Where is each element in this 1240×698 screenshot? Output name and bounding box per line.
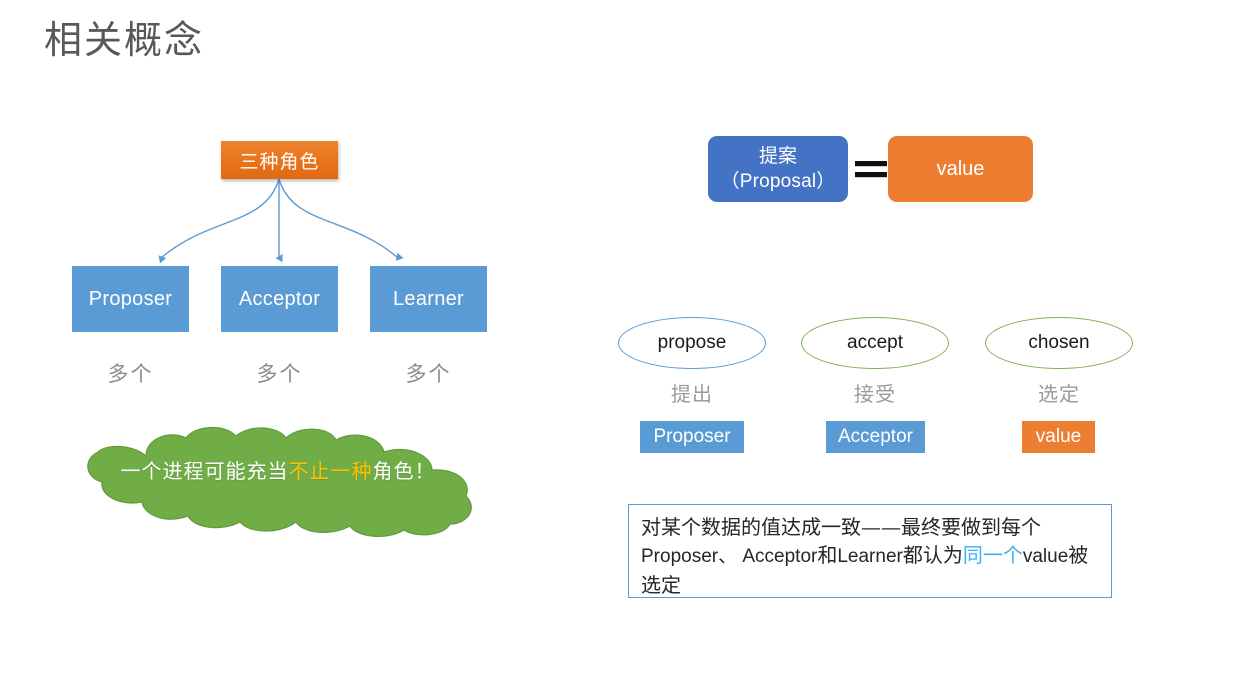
role-box-acceptor[interactable]: Acceptor xyxy=(221,266,338,332)
proposal-label-cn: 提案 xyxy=(758,145,797,167)
cloud-text-highlight-2: 一种 xyxy=(330,459,373,483)
stage-term-label: propose xyxy=(657,332,727,353)
role-count-learner: 多个 xyxy=(405,362,452,386)
definition-part-6: value xyxy=(1022,546,1069,567)
value-box-label: value xyxy=(936,157,985,180)
role-arrows-group xyxy=(158,178,404,264)
role-count-proposer: 多个 xyxy=(107,362,154,386)
stage-ellipse-accept[interactable]: accept xyxy=(801,317,949,369)
stage-ellipse-propose[interactable]: propose xyxy=(618,317,766,369)
stage-chip-value[interactable]: value xyxy=(1022,421,1095,453)
stage-label-chosen: 选定 xyxy=(1038,382,1080,406)
stage-chip-proposer[interactable]: Proposer xyxy=(640,421,744,453)
cloud-text-plain-2: 角色！ xyxy=(372,459,436,483)
page-title: 相关概念 xyxy=(44,18,205,62)
stage-term-label: chosen xyxy=(1028,332,1090,353)
cloud-callout-text: 一个进程可能充当不止一种角色！ xyxy=(118,456,438,486)
stage-chip-label: Acceptor xyxy=(838,426,913,447)
role-count-acceptor: 多个 xyxy=(256,362,303,386)
stage-chip-label: Proposer xyxy=(653,426,731,447)
definition-text-box: 对某个数据的值达成一致——最终要做到每个 Proposer、 Acceptor和L… xyxy=(628,504,1112,598)
cloud-text-highlight-1: 不止 xyxy=(288,459,331,483)
equals-icon xyxy=(855,161,887,178)
definition-highlight: 同一个 xyxy=(962,543,1023,567)
role-box-label: Proposer xyxy=(88,287,173,310)
slide-canvas: 相关概念 三种角色 Proposer Acceptor Learner 多个 多… xyxy=(0,0,1240,698)
definition-part-1: 对某个数据的值达成一致——最终要做到每个 xyxy=(641,515,1041,539)
stage-label-propose: 提出 xyxy=(671,382,713,406)
stage-label-accept: 接受 xyxy=(854,382,896,406)
stage-term-label: accept xyxy=(847,332,903,353)
definition-part-3: 和 xyxy=(817,543,838,567)
root-role-label: 三种角色 xyxy=(239,150,320,173)
root-role-box[interactable]: 三种角色 xyxy=(221,141,338,179)
cloud-text-plain-1: 一个进程可能充当 xyxy=(120,459,289,483)
definition-part-4: Learner xyxy=(837,546,903,567)
definition-part-2: Proposer、 Acceptor xyxy=(641,546,818,567)
proposal-box[interactable]: 提案 （Proposal） xyxy=(708,136,848,202)
role-box-proposer[interactable]: Proposer xyxy=(72,266,189,332)
role-box-learner[interactable]: Learner xyxy=(370,266,487,332)
value-box[interactable]: value xyxy=(888,136,1033,202)
definition-part-5: 都认为 xyxy=(902,543,963,567)
stage-ellipse-chosen[interactable]: chosen xyxy=(985,317,1133,369)
proposal-label-en: （Proposal） xyxy=(720,171,836,192)
role-box-label: Learner xyxy=(392,287,465,310)
stage-chip-label: value xyxy=(1035,426,1082,447)
role-box-label: Acceptor xyxy=(238,287,321,310)
stage-chip-acceptor[interactable]: Acceptor xyxy=(826,421,925,453)
